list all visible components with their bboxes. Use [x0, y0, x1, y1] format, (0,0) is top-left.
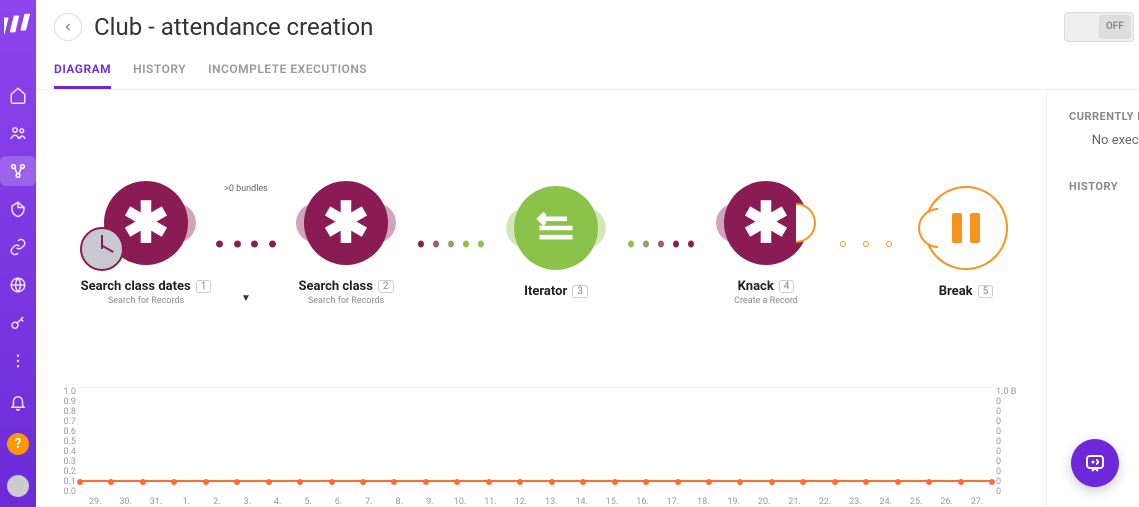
connector-2-3[interactable]: [426, 202, 476, 286]
module-index: 3: [572, 285, 588, 298]
module-knack[interactable]: ✱ Knack 4 Create a Record: [686, 181, 846, 306]
nav-more[interactable]: [0, 346, 36, 376]
nav-profile[interactable]: [0, 471, 36, 501]
page-title: Club - attendance creation: [94, 13, 1064, 41]
chart-plot: [80, 387, 992, 482]
app-sidebar: ?: [0, 0, 36, 507]
scenario-toggle[interactable]: OFF: [1064, 12, 1134, 42]
module-circle: ✱: [104, 181, 188, 265]
pause-icon: [952, 213, 980, 243]
connector-4-5[interactable]: [846, 202, 886, 286]
module-title: Search class: [298, 279, 372, 294]
nav-templates[interactable]: [0, 194, 36, 224]
module-search-class[interactable]: ✱ Search class 2 Search for Records: [266, 181, 426, 306]
filter-icon[interactable]: ▼: [241, 293, 251, 304]
main-area: Club - attendance creation OFF Edit Opti…: [36, 0, 1139, 507]
running-message: No execution is currently running: [1069, 133, 1139, 148]
currently-running-header: CURRENTLY RUNNING: [1069, 110, 1139, 123]
asterisk-icon: ✱: [323, 195, 370, 251]
module-subtitle: Search for Records: [108, 296, 184, 306]
module-index: 4: [779, 280, 795, 293]
nav-connections[interactable]: [0, 232, 36, 262]
nav-home[interactable]: [0, 79, 36, 109]
make-logo[interactable]: [4, 12, 32, 35]
y-axis-right: 1.0 B0000000000: [996, 387, 1026, 482]
module-subtitle: Search for Records: [308, 296, 384, 306]
nav-keys[interactable]: [0, 308, 36, 338]
module-break[interactable]: Break 5: [886, 186, 1046, 301]
nav-notifications[interactable]: [0, 387, 36, 417]
tab-bar: DIAGRAM HISTORY INCOMPLETE EXECUTIONS: [36, 54, 1139, 90]
asterisk-icon: ✱: [123, 195, 170, 251]
help-fab[interactable]: [1071, 439, 1119, 487]
back-button[interactable]: [54, 13, 82, 41]
module-iterator[interactable]: Iterator 3: [476, 186, 636, 301]
module-circle: ✱: [304, 181, 388, 265]
chart-line: [80, 480, 992, 482]
iterator-icon: [534, 206, 578, 250]
x-axis: 29.30.31.1.2.3.4.5.6.7.8.9.10.11.12.13.1…: [80, 497, 992, 507]
connector-3-4[interactable]: [636, 202, 686, 286]
module-index: 1: [196, 280, 212, 293]
nav-help[interactable]: ?: [0, 429, 36, 459]
scenario-diagram[interactable]: ✱ Search class dates 1 Search for Records…: [36, 100, 1046, 387]
usage-chart: 1.00.90.80.70.60.50.40.30.20.10.0 1.0 B0…: [36, 387, 1046, 507]
module-title: Knack: [738, 279, 774, 294]
connector-1-2[interactable]: >0 bundles ▼: [226, 202, 266, 286]
header: Club - attendance creation OFF Edit Opti…: [36, 0, 1139, 54]
module-search-class-dates[interactable]: ✱ Search class dates 1 Search for Records: [66, 181, 226, 306]
module-circle: [514, 186, 598, 270]
module-index: 2: [378, 280, 394, 293]
toggle-off-label: OFF: [1099, 15, 1131, 39]
nav-scenarios[interactable]: [0, 156, 36, 186]
module-title: Search class dates: [81, 279, 191, 294]
y-axis-left: 1.00.90.80.70.60.50.40.30.20.10.0: [52, 387, 76, 482]
canvas-area: ✱ Search class dates 1 Search for Records…: [36, 90, 1046, 507]
tab-incomplete[interactable]: INCOMPLETE EXECUTIONS: [208, 62, 367, 89]
module-circle: ✱: [724, 181, 808, 265]
module-index: 5: [978, 285, 994, 298]
history-header: HISTORY: [1069, 180, 1118, 193]
module-circle: [924, 186, 1008, 270]
tab-history[interactable]: HISTORY: [133, 62, 186, 89]
module-title: Iterator: [524, 284, 567, 299]
asterisk-icon: ✱: [743, 195, 790, 251]
module-title: Break: [939, 284, 973, 299]
module-subtitle: Create a Record: [734, 296, 798, 306]
history-section: HISTORY: [1069, 178, 1139, 194]
tab-diagram[interactable]: DIAGRAM: [54, 62, 111, 89]
nav-webhooks[interactable]: [0, 270, 36, 300]
schedule-icon[interactable]: [80, 227, 124, 271]
currently-running-section: CURRENTLY RUNNING No execution is curren…: [1069, 110, 1139, 148]
nav-team[interactable]: [0, 118, 36, 148]
filter-label: >0 bundles: [224, 184, 268, 194]
